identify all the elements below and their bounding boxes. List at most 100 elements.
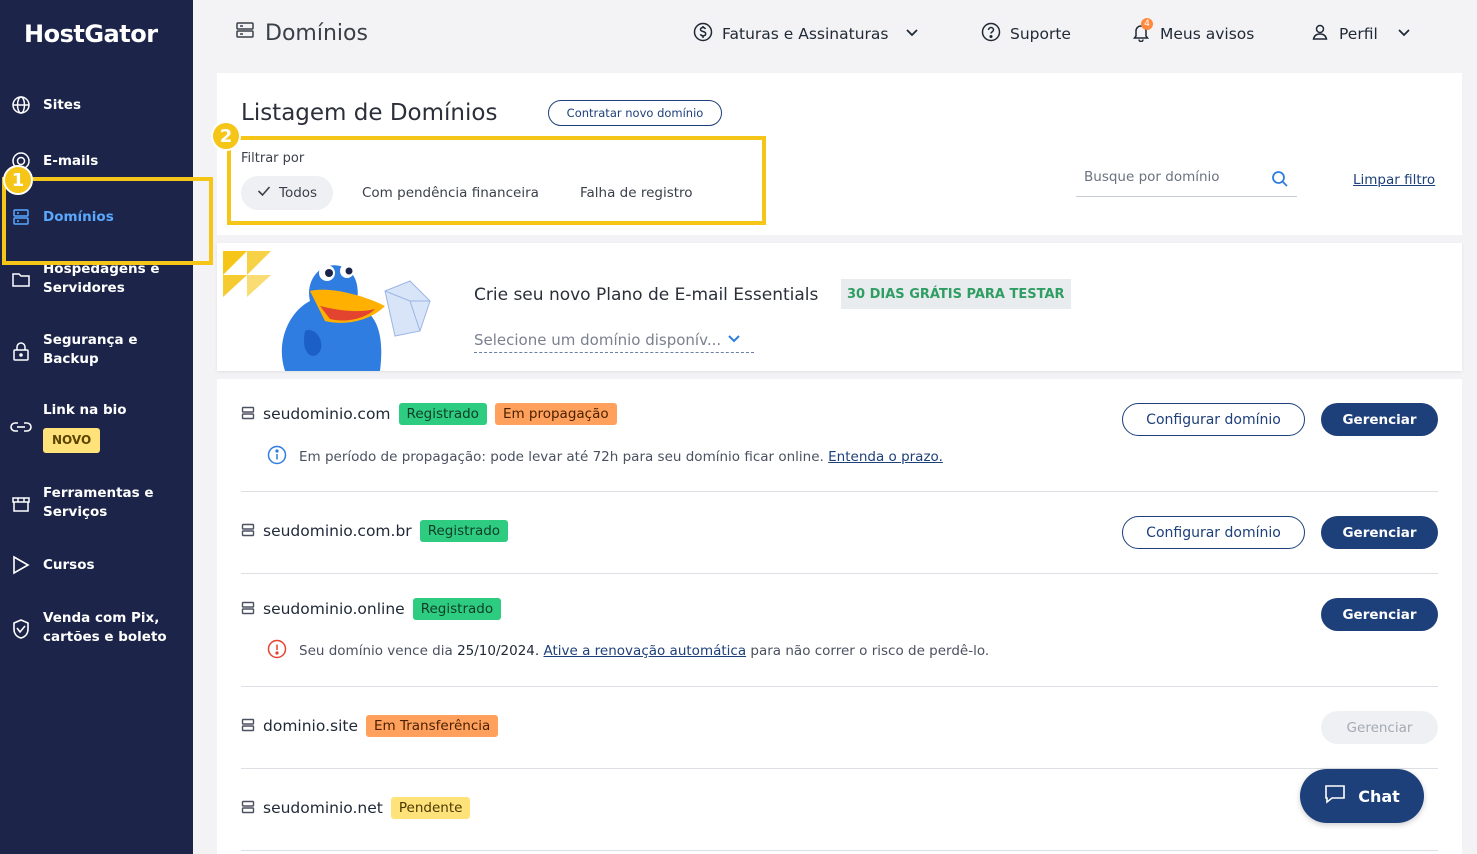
status-badge: Registrado [412,598,502,620]
manage-button[interactable]: Gerenciar [1321,403,1438,436]
dollar-circle-icon [693,22,713,46]
sidebar-item-label: Link na bio [43,402,127,418]
domain-name[interactable]: seudominio.online [263,600,405,618]
check-icon [257,185,271,201]
configure-domain-button[interactable]: Configurar domínio [1122,403,1305,436]
filter-option-todos[interactable]: Todos [241,176,334,210]
sidebar-item-label-group: Link na bio NOVO [43,401,188,453]
sidebar-item-link-na-bio[interactable]: Link na bio NOVO [0,401,193,453]
user-icon [1310,22,1330,46]
new-badge: NOVO [43,428,101,453]
chat-button[interactable]: Chat [1300,769,1424,823]
sidebar: HostGator Sites E-mails Domínios Hospeda… [0,0,193,854]
domain-line: seudominio.com Registrado Em propagação [241,403,617,425]
domain-name[interactable]: seudominio.com [263,405,391,423]
highlight-box-sidebar [2,177,213,265]
brand-shapes-decoration [223,251,271,301]
link-icon [10,416,32,438]
new-domain-button[interactable]: Contratar novo domínio [548,100,722,126]
clear-filter-link[interactable]: Limpar filtro [1353,172,1435,188]
sidebar-item-venda[interactable]: Venda com Pix, cartões e boleto [0,609,193,647]
filter-option-label: Todos [279,185,318,201]
search-input[interactable] [1084,169,1259,185]
free-trial-tag: 30 DIAS GRÁTIS PARA TESTAR [841,279,1071,309]
hostgator-logo[interactable]: HostGator [24,20,158,48]
domain-name[interactable]: seudominio.com.br [263,522,412,540]
chevron-down-icon [727,331,741,349]
domain-name[interactable]: dominio.site [263,717,358,735]
search-field [1076,163,1297,197]
note-text: Em período de propagação: pode levar até… [299,449,824,465]
server-icon [241,600,255,619]
sidebar-item-emails[interactable]: E-mails [0,150,193,172]
listing-title: Listagem de Domínios [241,100,498,126]
row-divider [241,686,1438,687]
sidebar-item-sites[interactable]: Sites [0,94,193,116]
row-divider [241,491,1438,492]
manage-button[interactable]: Gerenciar [1321,516,1438,549]
domain-select-value: Selecione um domínio disponív... [474,331,722,349]
domain-name[interactable]: seudominio.net [263,799,383,817]
chat-bubble-icon [1324,784,1346,808]
note-text-group: Seu domínio vence dia 25/10/2024. Ative … [299,643,989,659]
domain-line: seudominio.online Registrado [241,598,502,620]
support-link[interactable]: Suporte [981,22,1071,46]
sidebar-item-seguranca[interactable]: Segurança e Backup [0,331,193,369]
profile-menu[interactable]: Perfil [1310,22,1411,46]
filter-label: Filtrar por [241,151,305,166]
status-badge: Em propagação [494,403,617,425]
enable-auto-renew-link[interactable]: Ative a renovação automática [543,643,746,659]
filter-option-falha[interactable]: Falha de registro [580,176,693,210]
top-bar: Domínios Faturas e Assinaturas Suporte 4… [193,0,1477,72]
note-text-group: Em período de propagação: pode levar até… [299,449,943,465]
listing-header-card: Listagem de Domínios Contratar novo domí… [211,73,1462,235]
sidebar-item-label: Ferramentas e Serviços [43,485,154,520]
notification-count-badge: 4 [1141,18,1153,30]
status-badge: Registrado [419,520,509,542]
server-icon [235,20,255,46]
invoices-menu[interactable]: Faturas e Assinaturas [693,22,919,46]
globe-icon [10,94,32,116]
page-title-text: Domínios [265,20,368,46]
configure-domain-button[interactable]: Configurar domínio [1122,516,1305,549]
row-divider [241,573,1438,574]
domain-row: seudominio.com Registrado Em propagação … [241,403,1438,493]
bell-icon: 4 [1131,18,1153,46]
expiration-note: Seu domínio vence dia 25/10/2024. Ative … [267,639,989,663]
domain-row: seudominio.com.br Registrado Configurar … [241,516,1438,556]
info-icon [267,445,287,469]
gator-mascot-illustration [265,251,435,375]
filter-option-pendencia[interactable]: Com pendência financeira [362,176,539,210]
row-divider [241,850,1438,851]
sidebar-item-label: Sites [43,96,81,113]
shield-icon [10,618,32,640]
warning-circle-icon [267,639,287,663]
understand-deadline-link[interactable]: Entenda o prazo. [828,449,943,465]
domain-row: seudominio.online Registrado Gerenciar S… [241,598,1438,688]
sidebar-item-cursos[interactable]: Cursos [0,554,193,576]
folder-icon [10,269,32,291]
sidebar-item-label: Hospedagens e Servidores [43,261,160,296]
server-icon [241,405,255,424]
sidebar-item-hospedagens[interactable]: Hospedagens e Servidores [0,260,193,298]
search-icon[interactable] [1271,170,1289,192]
domain-row: dominio.site Em Transferência Gerenciar [241,711,1438,751]
profile-label: Perfil [1339,25,1378,43]
status-badge: Registrado [398,403,487,425]
domain-row: seudominio.net Pendente [241,793,1438,833]
sidebar-item-label: Venda com Pix, cartões e boleto [43,610,167,645]
chevron-down-icon [905,25,919,43]
domain-line: dominio.site Em Transferência [241,715,499,737]
play-icon [10,554,32,576]
manage-button[interactable]: Gerenciar [1321,598,1438,631]
server-icon [241,799,255,818]
sidebar-item-label: Cursos [43,556,95,573]
chevron-down-icon [1397,25,1411,43]
filter-option-label: Falha de registro [580,185,693,201]
domain-select[interactable]: Selecione um domínio disponív... [474,331,754,353]
chat-label: Chat [1358,786,1400,806]
sidebar-item-ferramentas[interactable]: Ferramentas e Serviços [0,484,193,522]
notices-link[interactable]: 4 Meus avisos [1131,18,1254,46]
server-icon [241,522,255,541]
domain-line: seudominio.com.br Registrado [241,520,509,542]
